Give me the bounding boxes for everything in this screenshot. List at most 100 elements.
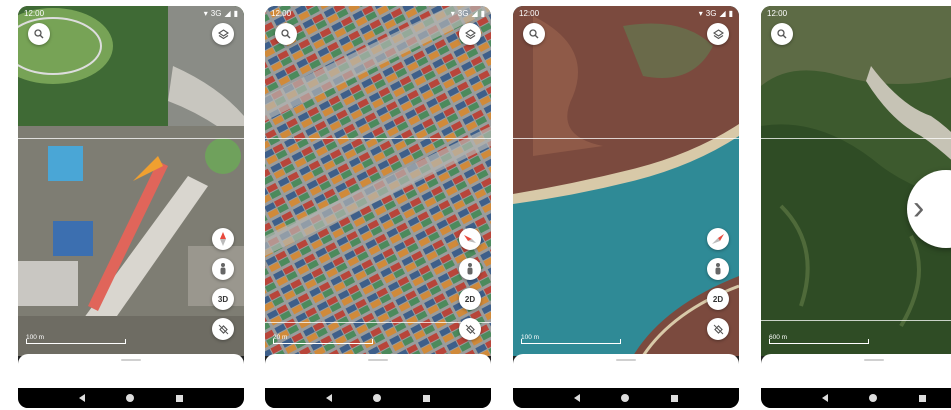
status-time: 12:00 — [24, 8, 45, 18]
3d-toggle-button[interactable]: 3D — [212, 288, 234, 310]
status-time: 12:00 — [519, 8, 540, 18]
3d-toggle-label: 3D — [217, 294, 229, 304]
nav-home-icon[interactable] — [869, 394, 878, 402]
signal-icon: ◢ — [471, 8, 478, 18]
chevron-right-icon: › — [913, 189, 925, 227]
satellite-map-1[interactable] — [18, 6, 244, 356]
search-button[interactable] — [275, 23, 297, 45]
battery-icon: ▮ — [728, 8, 733, 18]
divider-line-lower — [761, 320, 951, 321]
layers-icon — [712, 28, 724, 39]
network-label: 3G — [457, 8, 469, 18]
divider-line-lower — [265, 322, 491, 323]
compass-button[interactable] — [212, 228, 234, 250]
network-label: 3G — [705, 8, 717, 18]
nav-back-icon[interactable] — [821, 394, 828, 402]
satellite-map-2[interactable] — [265, 6, 491, 356]
signal-icon: ◢ — [224, 8, 231, 18]
nav-back-icon[interactable] — [573, 394, 580, 402]
satellite-icon — [218, 324, 228, 334]
nav-back-icon[interactable] — [78, 394, 85, 402]
2d-toggle-label: 2D — [712, 294, 724, 304]
status-time: 12:00 — [271, 8, 292, 18]
satellite-icon — [713, 324, 723, 334]
scale-bar — [273, 339, 373, 344]
2d-toggle-button[interactable]: 2D — [459, 288, 481, 310]
layers-button[interactable] — [707, 23, 729, 45]
scale-bar — [26, 339, 126, 344]
battery-icon: ▮ — [480, 8, 485, 18]
nav-home-icon[interactable] — [126, 394, 135, 402]
status-bar: 12:00 ▾ 3G ◢ ▮ — [265, 6, 491, 20]
recenter-button[interactable] — [212, 318, 234, 340]
bottom-sheet[interactable] — [513, 354, 739, 388]
layers-button[interactable] — [212, 23, 234, 45]
nav-recents-icon[interactable] — [671, 394, 679, 402]
pegman-icon — [220, 263, 226, 275]
divider-line — [513, 138, 739, 139]
network-label: 3G — [210, 8, 222, 18]
nav-home-icon[interactable] — [373, 394, 382, 402]
map-scale: 100 m — [26, 334, 126, 344]
layers-button[interactable] — [459, 23, 481, 45]
search-button[interactable] — [771, 23, 793, 45]
divider-line — [265, 138, 491, 139]
pegman-icon — [715, 263, 721, 275]
scale-bar — [521, 339, 621, 344]
divider-line — [761, 138, 951, 139]
2d-toggle-button[interactable]: 2D — [707, 288, 729, 310]
map-scale: 100 m — [521, 334, 621, 344]
status-bar: 12:00 — [761, 6, 951, 20]
scale-bar — [769, 339, 869, 344]
layers-icon — [464, 28, 476, 39]
map-scale: 600 m — [769, 334, 869, 344]
street-view-button[interactable] — [212, 258, 234, 280]
bottom-sheet[interactable] — [18, 354, 244, 388]
bottom-sheet[interactable] — [265, 354, 491, 388]
search-button[interactable] — [523, 23, 545, 45]
sheet-handle[interactable] — [368, 359, 388, 361]
system-nav-bar — [18, 388, 244, 408]
signal-icon: ◢ — [719, 8, 726, 18]
system-nav-bar — [761, 388, 951, 408]
nav-back-icon[interactable] — [325, 394, 332, 402]
nav-recents-icon[interactable] — [423, 394, 431, 402]
status-time: 12:00 — [767, 8, 788, 18]
sheet-handle[interactable] — [616, 359, 636, 361]
2d-toggle-label: 2D — [464, 294, 476, 304]
street-view-button[interactable] — [459, 258, 481, 280]
nav-home-icon[interactable] — [621, 394, 630, 402]
sheet-handle[interactable] — [864, 359, 884, 361]
street-view-button[interactable] — [707, 258, 729, 280]
status-bar: 12:00 ▾ 3G ◢ ▮ — [18, 6, 244, 20]
search-icon — [281, 29, 291, 39]
status-icons: ▾ 3G ◢ ▮ — [699, 9, 733, 18]
pegman-icon — [467, 263, 473, 275]
satellite-map-3[interactable] — [513, 6, 739, 356]
phone-screen-1: 12:00 ▾ 3G ◢ ▮ 3D 100 m — [18, 6, 244, 408]
compass-icon — [220, 232, 226, 246]
compass-icon — [464, 235, 476, 243]
nav-recents-icon[interactable] — [919, 394, 927, 402]
search-button[interactable] — [28, 23, 50, 45]
status-bar: 12:00 ▾ 3G ◢ ▮ — [513, 6, 739, 20]
compass-icon — [712, 234, 724, 244]
layers-icon — [217, 28, 229, 39]
search-icon — [777, 29, 787, 39]
satellite-icon — [465, 324, 475, 334]
compass-button[interactable] — [459, 228, 481, 250]
status-icons: ▾ 3G ◢ ▮ — [451, 9, 485, 18]
map-scale: 20 m — [273, 334, 373, 344]
phone-screen-3: 12:00 ▾ 3G ◢ ▮ 2D 100 m — [513, 6, 739, 408]
wifi-icon: ▾ — [450, 8, 455, 18]
system-nav-bar — [265, 388, 491, 408]
bottom-sheet[interactable] — [761, 354, 951, 388]
sheet-handle[interactable] — [121, 359, 141, 361]
phone-screen-2: 12:00 ▾ 3G ◢ ▮ 2D 20 m — [265, 6, 491, 408]
recenter-button[interactable] — [459, 318, 481, 340]
system-nav-bar — [513, 388, 739, 408]
compass-button[interactable] — [707, 228, 729, 250]
status-icons: ▾ 3G ◢ ▮ — [204, 9, 238, 18]
recenter-button[interactable] — [707, 318, 729, 340]
nav-recents-icon[interactable] — [176, 394, 184, 402]
